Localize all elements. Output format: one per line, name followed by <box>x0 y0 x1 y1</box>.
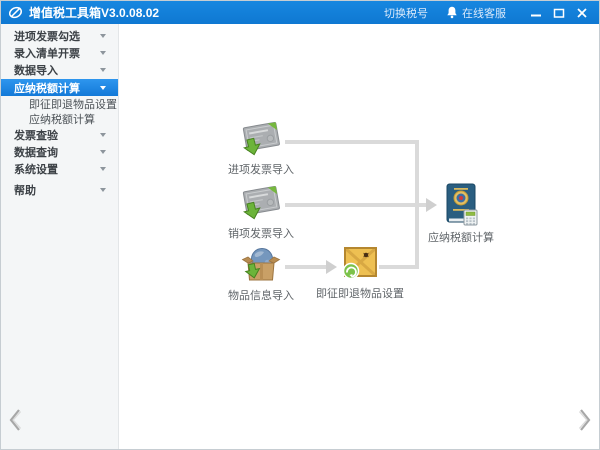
sidebar-subitem-label: 即征即退物品设置 <box>29 99 117 111</box>
sidebar-item-label: 应纳税额计算 <box>14 82 80 95</box>
app-window: 增值税工具箱V3.0.08.02 切换税号 在线客服 进项发票勾选 录入清单开票… <box>0 0 600 450</box>
sidebar-item-entry-list-invoicing[interactable]: 录入清单开票 <box>1 45 118 61</box>
chevron-down-icon <box>100 68 106 72</box>
sidebar-item-system-settings[interactable]: 系统设置 <box>1 161 118 177</box>
invoice-download-icon <box>242 121 280 156</box>
sidebar-item-data-import[interactable]: 数据导入 <box>1 62 118 78</box>
sidebar-subitem-refund-goods-setting[interactable]: 即征即退物品设置 <box>1 97 118 111</box>
chevron-left-icon <box>9 409 22 431</box>
close-button[interactable] <box>572 3 591 22</box>
box-globe-download-icon <box>241 248 281 281</box>
diagram-node-tax-amount-calc[interactable]: 应纳税额计算 <box>419 182 503 245</box>
crate-badge-icon <box>342 246 378 280</box>
sidebar-item-help[interactable]: 帮助 <box>1 182 118 198</box>
sidebar-subitem-label: 应纳税额计算 <box>29 114 95 126</box>
diagram-node-goods-info-import[interactable]: 物品信息导入 <box>219 246 303 303</box>
sidebar-item-label: 进项发票勾选 <box>14 31 80 43</box>
chevron-down-icon <box>100 188 106 192</box>
sidebar-item-label: 系统设置 <box>14 164 58 176</box>
diagram-node-output-invoice-import[interactable]: 销项发票导入 <box>219 184 303 241</box>
chevron-down-icon <box>100 167 106 171</box>
sidebar-item-label: 帮助 <box>14 185 36 197</box>
sidebar-item-input-invoice-check[interactable]: 进项发票勾选 <box>1 28 118 44</box>
connector-line <box>285 203 426 207</box>
diagram-node-label: 进项发票导入 <box>228 164 294 176</box>
main-content <box>120 24 599 449</box>
maximize-button[interactable] <box>549 3 568 22</box>
next-page-button[interactable] <box>576 407 594 433</box>
diagram-node-label: 应纳税额计算 <box>428 232 494 244</box>
sidebar-item-tax-calculation[interactable]: 应纳税额计算 <box>1 79 118 96</box>
invoice-download-icon <box>242 185 280 220</box>
chevron-down-icon <box>100 34 106 38</box>
online-service-label: 在线客服 <box>462 7 506 20</box>
switch-tax-number-button[interactable]: 切换税号 <box>384 5 428 21</box>
chevron-down-icon <box>100 51 106 55</box>
diagram-node-refund-goods-setting[interactable]: 即征即退物品设置 <box>315 244 405 301</box>
minimize-button[interactable] <box>526 3 545 22</box>
sidebar-item-invoice-verification[interactable]: 发票查验 <box>1 127 118 143</box>
connector-line <box>285 140 417 144</box>
chevron-down-icon <box>100 150 106 154</box>
sidebar-item-label: 录入清单开票 <box>14 48 80 60</box>
diagram-node-label: 即征即退物品设置 <box>316 288 404 300</box>
app-title: 增值税工具箱V3.0.08.02 <box>29 6 160 20</box>
sidebar-item-label: 发票查验 <box>14 130 58 142</box>
chevron-down-icon <box>100 85 106 90</box>
tax-book-calculator-icon <box>446 183 478 226</box>
bell-icon <box>447 6 457 19</box>
sidebar-item-label: 数据导入 <box>14 65 58 77</box>
chevron-right-icon <box>578 409 591 431</box>
prev-page-button[interactable] <box>6 407 24 433</box>
diagram-node-label: 物品信息导入 <box>228 290 294 302</box>
sidebar-item-label: 数据查询 <box>14 147 58 159</box>
sidebar: 进项发票勾选 录入清单开票 数据导入 应纳税额计算 即征即退物品设置 应纳税额计… <box>1 24 119 449</box>
online-service-button[interactable]: 在线客服 <box>446 5 506 21</box>
sidebar-subitem-tax-calculation[interactable]: 应纳税额计算 <box>1 112 118 126</box>
diagram-node-input-invoice-import[interactable]: 进项发票导入 <box>219 120 303 177</box>
sidebar-item-data-query[interactable]: 数据查询 <box>1 144 118 160</box>
titlebar-right: 切换税号 在线客服 <box>384 3 591 22</box>
minimize-icon <box>530 14 541 16</box>
title-bar: 增值税工具箱V3.0.08.02 切换税号 在线客服 <box>1 1 599 24</box>
maximize-icon <box>553 8 564 18</box>
chevron-down-icon <box>100 133 106 137</box>
close-icon <box>576 7 587 18</box>
app-logo-icon <box>8 6 23 19</box>
diagram-node-label: 销项发票导入 <box>228 228 294 240</box>
